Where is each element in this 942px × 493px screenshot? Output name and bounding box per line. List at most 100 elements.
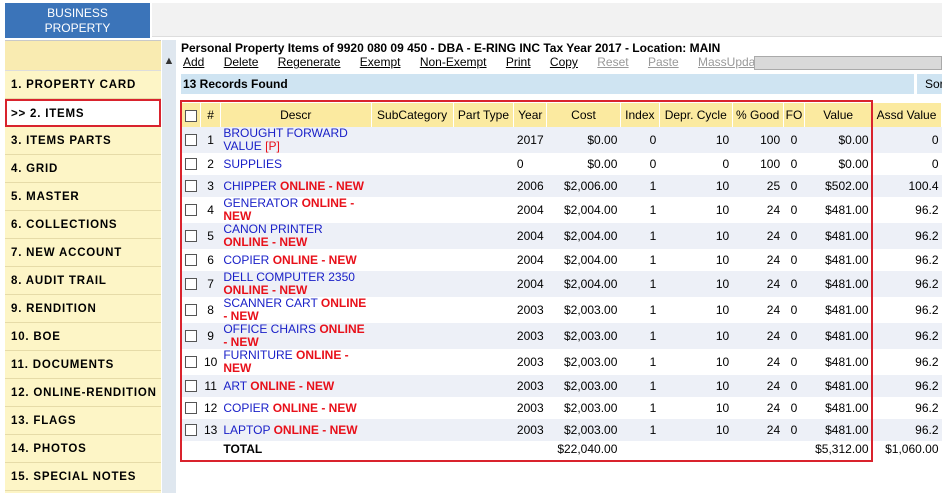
row-select[interactable] — [182, 153, 201, 175]
row-checkbox[interactable] — [185, 134, 198, 147]
header-value[interactable]: Value — [804, 103, 873, 127]
print-button[interactable]: Print — [506, 55, 531, 69]
sidebar-item[interactable]: 6. COLLECTIONS — [5, 211, 161, 239]
sidebar-item[interactable]: 11. DOCUMENTS — [5, 351, 161, 379]
splitter[interactable] — [162, 40, 176, 493]
descr-link[interactable]: CHIPPER — [223, 179, 276, 193]
descr-link[interactable]: SUPPLIES — [223, 157, 282, 171]
sidebar-item[interactable]: 12. ONLINE-RENDITION — [5, 379, 161, 407]
sort-tab[interactable]: Sor — [914, 74, 942, 94]
descr-link[interactable]: COPIER — [223, 253, 269, 267]
copy-button[interactable]: Copy — [550, 55, 578, 69]
descr-link[interactable]: ART — [223, 379, 247, 393]
sidebar-item[interactable]: 13. FLAGS — [5, 407, 161, 435]
row-checkbox[interactable] — [185, 278, 198, 291]
row-checkbox[interactable] — [185, 424, 198, 437]
table-row[interactable]: 2 SUPPLIES 0 $0.00 0 0 100 0 $0.00 0 — [182, 153, 942, 175]
add-button[interactable]: Add — [183, 55, 204, 69]
row-checkbox[interactable] — [185, 180, 198, 193]
sidebar-item[interactable]: 15. SPECIAL NOTES — [5, 463, 161, 491]
header-num[interactable]: # — [200, 103, 221, 127]
row-select[interactable] — [182, 271, 201, 297]
table-row[interactable]: 9 OFFICE CHAIRS ONLINE - NEW 2003 $2,003.00… — [182, 323, 942, 349]
row-select[interactable] — [182, 249, 201, 271]
table-row[interactable]: 5 CANON PRINTER ONLINE - NEW 2004 $2,004.00… — [182, 223, 942, 249]
sidebar-item[interactable]: 3. ITEMS PARTS — [5, 127, 161, 155]
row-select[interactable] — [182, 223, 201, 249]
row-descr[interactable]: OFFICE CHAIRS ONLINE - NEW — [220, 323, 372, 349]
header-cost[interactable]: Cost — [546, 103, 621, 127]
sidebar-item[interactable]: 1. PROPERTY CARD — [5, 71, 161, 99]
sidebar-item[interactable]: 10. BOE — [5, 323, 161, 351]
descr-link[interactable]: BROUGHT FORWARD VALUE — [223, 127, 347, 153]
row-checkbox[interactable] — [185, 204, 198, 217]
table-row[interactable]: 10 FURNITURE ONLINE - NEW 2003 $2,003.00 1 10… — [182, 349, 942, 375]
non-exempt-button[interactable]: Non-Exempt — [420, 55, 487, 69]
header-subcategory[interactable]: SubCategory — [371, 103, 454, 127]
header-part-type[interactable]: Part Type — [453, 103, 515, 127]
row-descr[interactable]: SUPPLIES — [220, 153, 372, 175]
row-descr[interactable]: COPIER ONLINE - NEW — [220, 249, 372, 271]
row-checkbox[interactable] — [185, 304, 198, 317]
row-select[interactable] — [182, 397, 201, 419]
toolbar-input[interactable] — [754, 56, 942, 70]
paste-button[interactable]: Paste — [648, 55, 679, 69]
header-index[interactable]: Index — [620, 103, 660, 127]
header-fo[interactable]: FO — [783, 103, 806, 127]
row-checkbox[interactable] — [185, 356, 198, 369]
row-checkbox[interactable] — [185, 402, 198, 415]
sidebar-item[interactable]: >> 2. ITEMS — [5, 99, 161, 127]
regenerate-button[interactable]: Regenerate — [278, 55, 341, 69]
sidebar-item[interactable]: 14. PHOTOS — [5, 435, 161, 463]
row-checkbox[interactable] — [185, 254, 198, 267]
table-row[interactable]: 13 LAPTOP ONLINE - NEW 2003 $2,003.00 1 10 24 0… — [182, 419, 942, 441]
descr-link[interactable]: COPIER — [223, 401, 269, 415]
header-year[interactable]: Year — [513, 103, 548, 127]
table-row[interactable]: 7 DELL COMPUTER 2350 ONLINE - NEW 2004 $2,0… — [182, 271, 942, 297]
header-descr[interactable]: Descr — [220, 103, 372, 127]
row-select[interactable] — [182, 323, 201, 349]
table-row[interactable]: 12 COPIER ONLINE - NEW 2003 $2,003.00 1 10 24 0… — [182, 397, 942, 419]
table-row[interactable]: 11 ART ONLINE - NEW 2003 $2,003.00 1 10 24 0 $48… — [182, 375, 942, 397]
row-select[interactable] — [182, 419, 201, 441]
business-property-tab[interactable]: BUSINESS PROPERTY — [5, 3, 150, 38]
row-descr[interactable]: COPIER ONLINE - NEW — [220, 397, 372, 419]
chevron-up-icon[interactable]: ▲ — [163, 55, 175, 67]
table-row[interactable]: 1 BROUGHT FORWARD VALUE [P] 2017 $0.00 0 10 10… — [182, 127, 942, 153]
row-descr[interactable]: BROUGHT FORWARD VALUE [P] — [220, 127, 372, 153]
row-select[interactable] — [182, 127, 201, 153]
row-select[interactable] — [182, 175, 201, 197]
row-descr[interactable]: LAPTOP ONLINE - NEW — [220, 419, 372, 441]
sidebar-item[interactable]: 8. AUDIT TRAIL — [5, 267, 161, 295]
reset-button[interactable]: Reset — [597, 55, 628, 69]
row-descr[interactable]: SCANNER CART ONLINE - NEW — [220, 297, 372, 323]
row-select[interactable] — [182, 197, 201, 223]
row-checkbox[interactable] — [185, 158, 198, 171]
row-checkbox[interactable] — [185, 230, 198, 243]
row-descr[interactable]: DELL COMPUTER 2350 ONLINE - NEW — [220, 271, 372, 297]
select-all-header[interactable] — [182, 103, 202, 127]
row-descr[interactable]: CHIPPER ONLINE - NEW — [220, 175, 372, 197]
sidebar-item[interactable]: 4. GRID — [5, 155, 161, 183]
row-descr[interactable]: CANON PRINTER ONLINE - NEW — [220, 223, 372, 249]
header-depr-cycle[interactable]: Depr. Cycle — [659, 103, 733, 127]
row-select[interactable] — [182, 297, 201, 323]
header-good[interactable]: % Good — [732, 103, 784, 127]
row-descr[interactable]: GENERATOR ONLINE - NEW — [220, 197, 372, 223]
header-assd-value[interactable]: Assd Value — [871, 103, 942, 127]
select-all-checkbox[interactable] — [185, 109, 198, 122]
row-select[interactable] — [182, 375, 201, 397]
row-descr[interactable]: FURNITURE ONLINE - NEW — [220, 349, 372, 375]
sidebar-item[interactable]: 7. NEW ACCOUNT — [5, 239, 161, 267]
table-row[interactable]: 6 COPIER ONLINE - NEW 2004 $2,004.00 1 10 24 0 $… — [182, 249, 942, 271]
table-row[interactable]: 3 CHIPPER ONLINE - NEW 2006 $2,006.00 1 10 25 0… — [182, 175, 942, 197]
row-checkbox[interactable] — [185, 380, 198, 393]
exempt-button[interactable]: Exempt — [360, 55, 401, 69]
table-row[interactable]: 4 GENERATOR ONLINE - NEW 2004 $2,004.00 1 10 2… — [182, 197, 942, 223]
sidebar-item[interactable]: 9. RENDITION — [5, 295, 161, 323]
row-select[interactable] — [182, 349, 201, 375]
sidebar-item[interactable]: 5. MASTER — [5, 183, 161, 211]
descr-link[interactable]: LAPTOP — [223, 423, 270, 437]
row-descr[interactable]: ART ONLINE - NEW — [220, 375, 372, 397]
delete-button[interactable]: Delete — [224, 55, 259, 69]
